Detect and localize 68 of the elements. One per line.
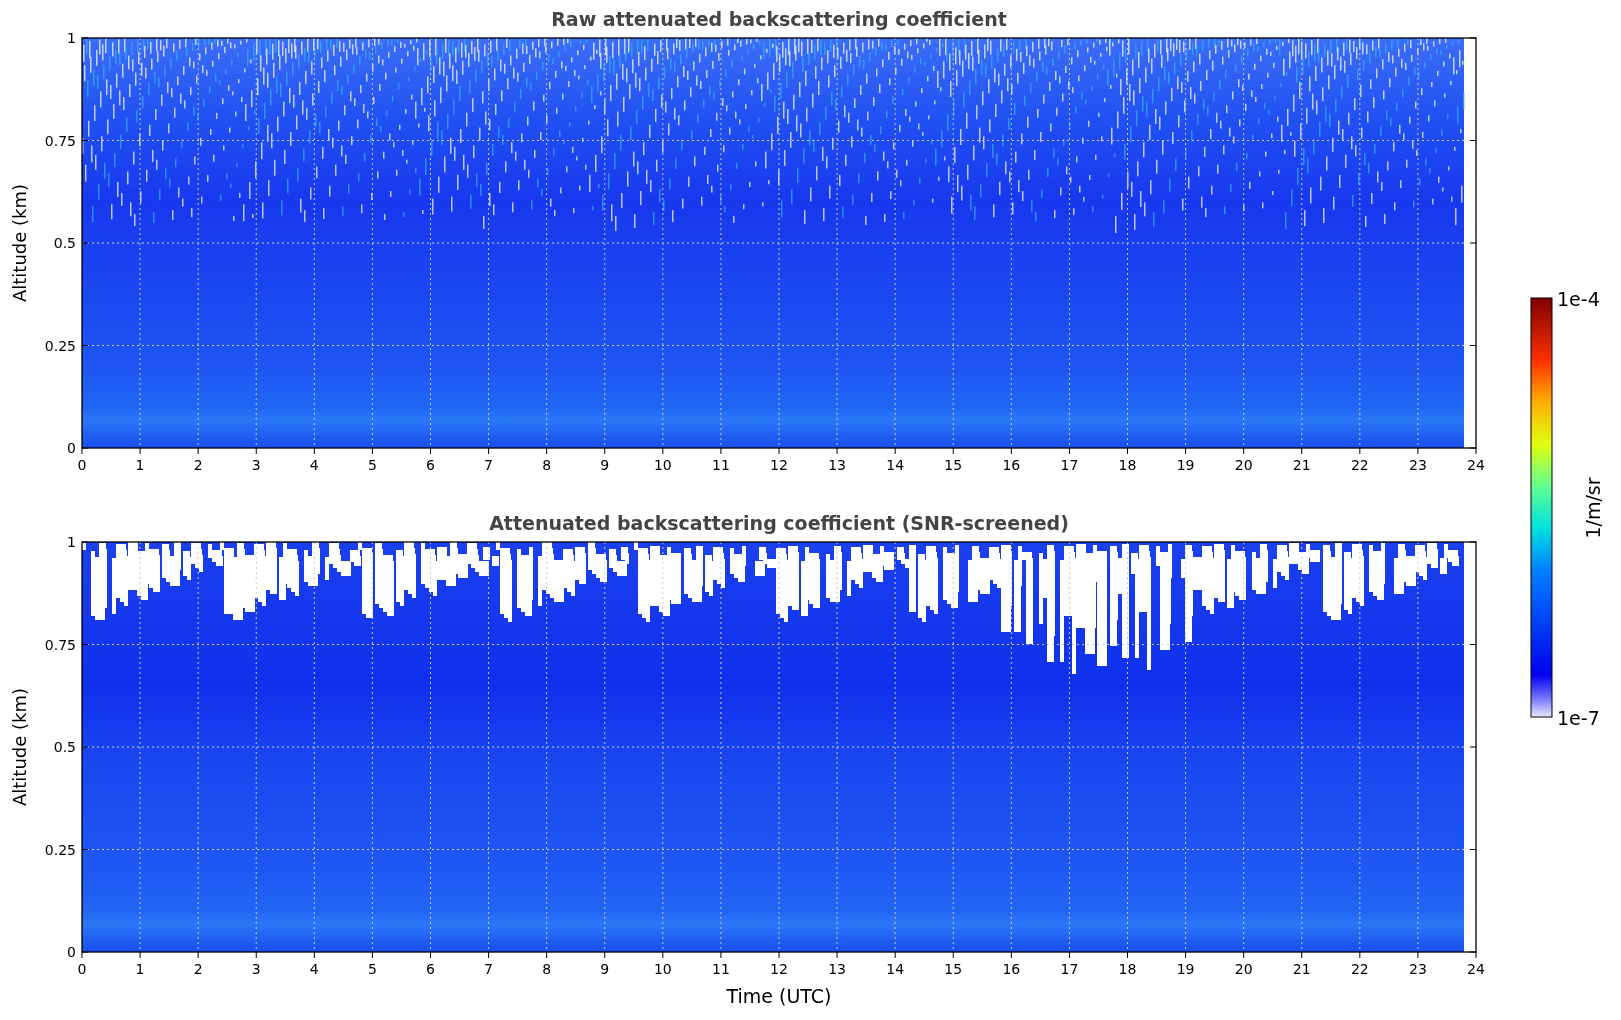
x-tick-label: 22 — [1350, 961, 1369, 977]
x-tick-label: 9 — [600, 961, 610, 977]
x-tick-label: 6 — [426, 457, 435, 473]
x-tick-label: 23 — [1409, 961, 1427, 977]
colorbar-min-label: 1e-7 — [1557, 707, 1600, 729]
x-tick-label: 16 — [1002, 457, 1021, 473]
x-tick-label: 18 — [1118, 961, 1137, 977]
x-tick-label: 0 — [77, 961, 87, 977]
y-tick-label: 0.75 — [44, 132, 76, 149]
x-tick-label: 20 — [1234, 961, 1253, 977]
x-tick-label: 9 — [600, 457, 610, 473]
x-tick-label: 11 — [712, 961, 730, 977]
colorbar-max-label: 1e-4 — [1557, 288, 1600, 310]
x-tick-label: 14 — [886, 961, 905, 977]
y-tick-label: 1 — [67, 534, 76, 550]
y-tick-label: 0.5 — [53, 739, 76, 755]
x-tick-label: 12 — [770, 961, 788, 977]
x-tick-label: 17 — [1060, 961, 1079, 977]
x-tick-label: 19 — [1176, 961, 1195, 977]
x-tick-label: 2 — [193, 457, 203, 473]
x-tick-label: 19 — [1176, 457, 1195, 473]
y-axis-label: Altitude (km) — [9, 183, 30, 303]
x-tick-label: 7 — [484, 457, 494, 473]
x-tick-label: 24 — [1467, 961, 1485, 977]
x-tick-label: 5 — [367, 457, 377, 473]
x-tick-label: 12 — [770, 457, 788, 473]
x-tick-label: 7 — [484, 961, 494, 977]
x-tick-label: 13 — [828, 457, 846, 473]
y-tick-label: 0.25 — [44, 841, 76, 858]
x-tick-label: 20 — [1234, 457, 1253, 473]
x-tick-label: 8 — [542, 457, 552, 473]
x-tick-label: 3 — [251, 457, 261, 473]
x-tick-label: 15 — [944, 457, 963, 473]
x-tick-label: 2 — [193, 961, 203, 977]
y-axis-label: Altitude (km) — [9, 687, 30, 807]
y-tick-label: 0 — [67, 440, 76, 456]
x-tick-label: 10 — [653, 961, 672, 977]
chart-title: Attenuated backscattering coefficient (SNR-screened) — [489, 512, 1069, 534]
y-tick-label: 0.25 — [44, 337, 76, 354]
x-tick-label: 1 — [135, 457, 145, 473]
y-tick-label: 0.5 — [53, 235, 76, 251]
x-tick-label: 15 — [944, 961, 963, 977]
x-tick-label: 4 — [309, 961, 319, 977]
y-tick-label: 0.75 — [44, 636, 76, 653]
x-axis-label: Time (UTC) — [726, 985, 832, 1007]
x-tick-label: 13 — [828, 961, 846, 977]
x-tick-label: 16 — [1002, 961, 1021, 977]
x-tick-label: 24 — [1467, 457, 1485, 473]
x-tick-label: 0 — [77, 457, 87, 473]
x-tick-label: 21 — [1292, 457, 1311, 473]
x-tick-label: 18 — [1118, 457, 1137, 473]
x-tick-label: 17 — [1060, 457, 1079, 473]
x-tick-label: 3 — [251, 961, 261, 977]
x-tick-label: 23 — [1409, 457, 1427, 473]
x-tick-label: 1 — [135, 961, 145, 977]
x-tick-label: 8 — [542, 961, 552, 977]
x-tick-label: 11 — [712, 457, 730, 473]
x-tick-label: 4 — [309, 457, 319, 473]
x-tick-label: 5 — [367, 961, 377, 977]
x-tick-label: 21 — [1292, 961, 1311, 977]
colorbar-unit-label: 1/m/sr — [1582, 477, 1604, 539]
y-tick-label: 0 — [67, 944, 76, 960]
x-tick-label: 22 — [1350, 457, 1369, 473]
y-tick-label: 1 — [67, 30, 76, 46]
chart-title: Raw attenuated backscattering coefficient — [551, 8, 1007, 30]
x-tick-label: 6 — [426, 961, 435, 977]
x-tick-label: 10 — [653, 457, 672, 473]
x-tick-label: 14 — [886, 457, 905, 473]
